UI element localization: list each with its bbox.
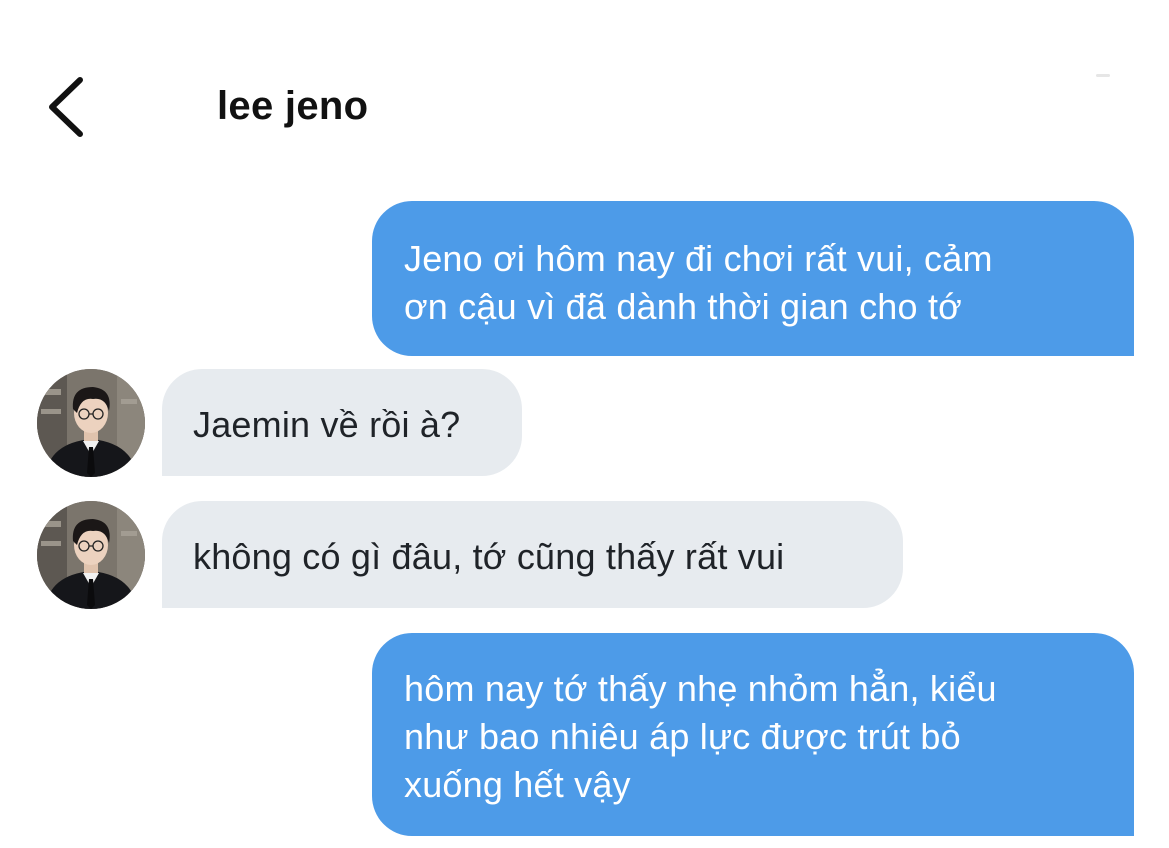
incoming-message[interactable]: không có gì đâu, tớ cũng thấy rất vui — [162, 501, 903, 608]
message-text-line: Jaemin về rồi à? — [193, 404, 461, 445]
divider — [1096, 74, 1110, 77]
message-text-line: xuống hết vậy — [404, 764, 631, 805]
incoming-message[interactable]: Jaemin về rồi à? — [162, 369, 522, 476]
back-button[interactable] — [40, 72, 96, 142]
person-avatar-image — [37, 369, 145, 477]
message-text-line: không có gì đâu, tớ cũng thấy rất vui — [193, 536, 785, 577]
contact-avatar[interactable] — [37, 369, 145, 477]
message-text-line: hôm nay tớ thấy nhẹ nhỏm hẳn, kiểu — [404, 668, 997, 709]
chat-title: lee jeno — [217, 84, 369, 128]
message-text-line: như bao nhiêu áp lực được trút bỏ — [404, 716, 961, 757]
contact-avatar[interactable] — [37, 501, 145, 609]
outgoing-message[interactable]: Jeno ơi hôm nay đi chơi rất vui, cảm ơn … — [372, 201, 1134, 356]
chevron-left-icon — [49, 77, 83, 137]
person-avatar-image — [37, 501, 145, 609]
outgoing-message[interactable]: hôm nay tớ thấy nhẹ nhỏm hẳn, kiểu như b… — [372, 633, 1134, 836]
message-text-line: Jeno ơi hôm nay đi chơi rất vui, cảm — [404, 238, 993, 279]
message-text-line: ơn cậu vì đã dành thời gian cho tớ — [404, 286, 962, 327]
chat-header: lee jeno — [0, 0, 1169, 170]
